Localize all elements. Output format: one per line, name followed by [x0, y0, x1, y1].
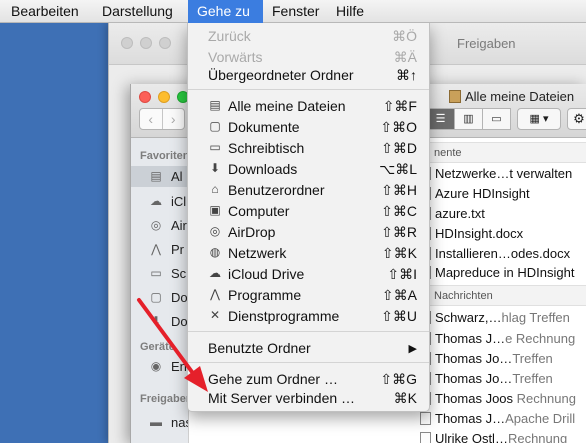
zoom-button[interactable]: [159, 37, 171, 49]
menu-item-zurueck[interactable]: Zurück ⌘Ö: [188, 25, 429, 46]
menu-hilfe[interactable]: Hilfe: [336, 0, 381, 23]
minimize-button[interactable]: [158, 91, 170, 103]
table-row[interactable]: Thomas J…e Rechnung: [420, 328, 586, 349]
all-files-icon: ▤: [209, 98, 221, 112]
close-button[interactable]: [121, 37, 133, 49]
sidebar-item-nas[interactable]: ▬nas: [131, 412, 188, 433]
menu-item-gehe-zum-ordner[interactable]: Gehe zum Ordner … ⇧⌘G: [188, 368, 429, 389]
cloud-icon: ☁: [209, 266, 221, 280]
table-row[interactable]: Thomas Jo…Treffen: [420, 348, 586, 369]
downloads-icon: ⬇: [209, 161, 221, 175]
server-icon: ▬: [150, 415, 162, 429]
documents-icon: ▢: [209, 119, 221, 133]
menu-item-netzwerk[interactable]: ◍ Netzwerk ⇧⌘K: [188, 242, 429, 263]
sidebar-item-all-files[interactable]: ▤ Al: [131, 166, 188, 187]
menu-item-programme[interactable]: ⋀ Programme ⇧⌘A: [188, 284, 429, 305]
sidebar-item-downloads[interactable]: ⬇ Do: [131, 311, 188, 332]
back-forward-buttons: ‹ ›: [139, 108, 185, 130]
list-item[interactable]: Mapreduce in HDInsight: [420, 262, 586, 283]
list-item[interactable]: azure.txt: [420, 203, 586, 224]
sidebar: Favoriten ▤ Al ☁ iCl ◎ Air ⋀ Pr ▭ Sc ▢ Do ⬇ Do …: [131, 138, 189, 443]
menu-darstellung[interactable]: Darstellung: [102, 0, 184, 23]
window-title: Freigaben: [457, 36, 516, 51]
desktop-icon: ▭: [150, 266, 162, 280]
airdrop-icon: ◎: [150, 218, 162, 232]
cloud-icon: ☁: [150, 194, 162, 208]
network-icon: ◍: [209, 245, 221, 259]
list-item[interactable]: Netzwerke…t verwalten: [420, 163, 586, 184]
menu-item-dienstprogramme[interactable]: ✕ Dienstprogramme ⇧⌘U: [188, 305, 429, 326]
menu-item-benutzte-ordner[interactable]: Benutzte Ordner ▶: [188, 337, 429, 358]
apps-icon: ⋀: [151, 242, 161, 256]
desktop-icon: ▭: [209, 140, 221, 154]
menu-gehe-zu[interactable]: Gehe zu: [188, 0, 263, 23]
list-view-button[interactable]: ☰: [426, 108, 455, 130]
table-row[interactable]: Thomas J…Apache Drill: [420, 408, 586, 429]
sidebar-item-airdrop[interactable]: ◎ Air: [131, 215, 188, 236]
table-row[interactable]: Schwarz,…hlag Treffen: [420, 307, 586, 328]
sidebar-header-shared: Freigaben: [140, 393, 189, 405]
window-title: Alle meine Dateien: [449, 89, 574, 104]
list-item[interactable]: HDInsight.docx: [420, 223, 586, 244]
documents-icon: ▢: [150, 290, 162, 304]
menu-item-mit-server-verbinden[interactable]: Mit Server verbinden … ⌘K: [188, 387, 429, 408]
sidebar-item-icloud[interactable]: ☁ iCl: [131, 191, 188, 212]
list-item[interactable]: Installieren…odes.docx: [420, 243, 586, 264]
menu-item-icloud-drive[interactable]: ☁ iCloud Drive ⇧⌘I: [188, 263, 429, 284]
gehe-zu-menu: Zurück ⌘Ö Vorwärts ⌘Ä Übergeordneter Ordne…: [187, 23, 430, 412]
close-button[interactable]: [139, 91, 151, 103]
gear-icon[interactable]: ⚙: [567, 108, 586, 130]
table-row[interactable]: Thomas Joos Rechnung: [420, 388, 586, 409]
all-files-icon: [449, 90, 461, 103]
apps-icon: ⋀: [210, 287, 220, 301]
menu-fenster[interactable]: Fenster: [272, 0, 332, 23]
sidebar-item-disk[interactable]: ◉ En: [131, 356, 188, 377]
downloads-icon: ⬇: [150, 314, 162, 328]
utilities-icon: ✕: [209, 308, 221, 322]
sidebar-header-favorites: Favoriten: [140, 150, 189, 162]
menu-item-dokumente[interactable]: ▢ Dokumente ⇧⌘O: [188, 116, 429, 137]
arrange-button[interactable]: ▦ ▾: [517, 108, 561, 130]
list-item[interactable]: Azure HDInsight: [420, 183, 586, 204]
table-row[interactable]: Thomas Jo…Treffen: [420, 368, 586, 389]
all-files-icon: ▤: [150, 169, 162, 183]
home-icon: ⌂: [211, 182, 219, 196]
minimize-button[interactable]: [140, 37, 152, 49]
menu-divider: [188, 89, 429, 90]
submenu-arrow-icon: ▶: [408, 343, 417, 355]
coverflow-view-button[interactable]: ▭: [482, 108, 511, 130]
menu-divider: [188, 362, 429, 363]
menu-divider: [188, 331, 429, 332]
sidebar-item-dokumente[interactable]: ▢ Do: [131, 287, 188, 308]
airdrop-icon: ◎: [209, 224, 221, 238]
menu-item-benutzerordner[interactable]: ⌂ Benutzerordner ⇧⌘H: [188, 179, 429, 200]
menu-item-alle-meine-dateien[interactable]: ▤ Alle meine Dateien ⇧⌘F: [188, 95, 429, 116]
menu-item-uebergeordneter-ordner[interactable]: Übergeordneter Ordner ⌘↑: [188, 64, 429, 85]
disk-icon: ◉: [150, 359, 162, 373]
sidebar-item-schreibtisch[interactable]: ▭ Sc: [131, 263, 188, 284]
forward-button[interactable]: ›: [161, 109, 185, 129]
menu-item-downloads[interactable]: ⬇ Downloads ⌥⌘L: [188, 158, 429, 179]
sidebar-item-programme[interactable]: ⋀ Pr: [131, 239, 188, 260]
mail-icon: [420, 432, 431, 443]
computer-icon: ▣: [209, 203, 221, 217]
column-view-button[interactable]: ▥: [454, 108, 483, 130]
menu-item-schreibtisch[interactable]: ▭ Schreibtisch ⇧⌘D: [188, 137, 429, 158]
menu-item-computer[interactable]: ▣ Computer ⇧⌘C: [188, 200, 429, 221]
table-row[interactable]: Ulrike Ostl…Rechnung: [420, 428, 586, 443]
menu-bearbeiten[interactable]: Bearbeiten: [11, 0, 96, 23]
menu-bar: Bearbeiten Darstellung Gehe zu Fenster H…: [0, 0, 586, 23]
sidebar-header-devices: Geräte: [140, 341, 175, 353]
mail-icon: [420, 412, 431, 425]
menu-item-airdrop[interactable]: ◎ AirDrop ⇧⌘R: [188, 221, 429, 242]
back-button[interactable]: ‹: [140, 109, 162, 129]
view-mode-buttons: ☰ ▥ ▭: [426, 108, 511, 130]
